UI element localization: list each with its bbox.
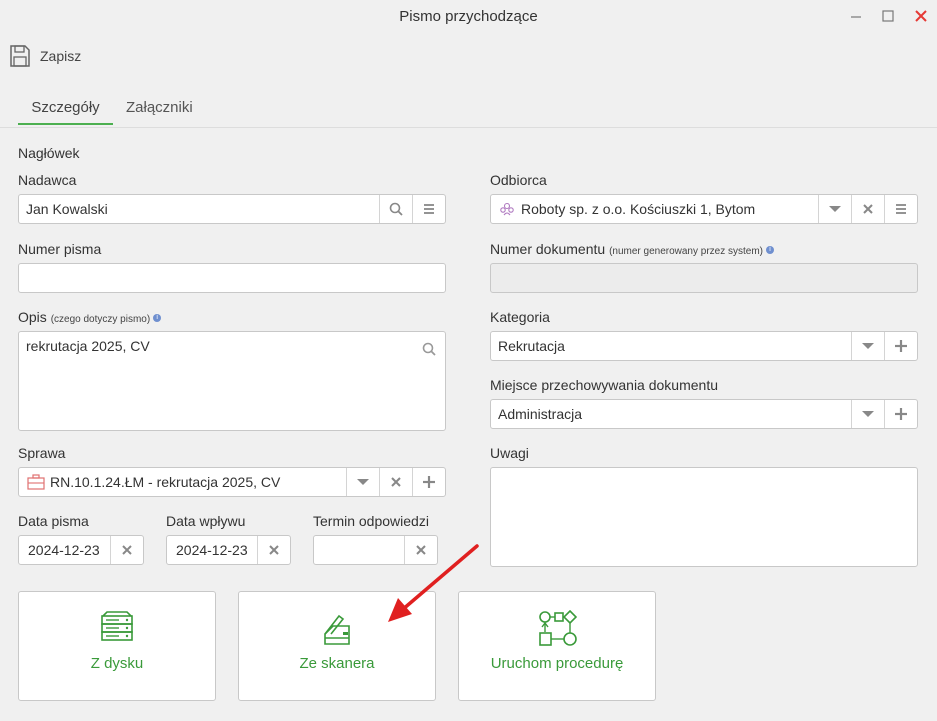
- tab-attachments[interactable]: Załączniki: [114, 92, 205, 123]
- minimize-icon: [851, 16, 861, 18]
- organization-icon: [491, 201, 515, 217]
- description-hint: (czego dotyczy pismo): [50, 314, 151, 325]
- from-disk-button[interactable]: Z dysku: [18, 591, 216, 701]
- recipient-dropdown-button[interactable]: [818, 195, 851, 223]
- clear-icon: [269, 545, 279, 555]
- notes-textarea[interactable]: [490, 467, 918, 567]
- storage-add-button[interactable]: [884, 400, 917, 428]
- clear-icon: [863, 204, 873, 214]
- document-number-input: [490, 263, 918, 293]
- briefcase-icon: [19, 474, 45, 490]
- annotation-arrow: [388, 544, 479, 622]
- case-value: RN.10.1.24.ŁM - rekrutacja 2025, CV: [50, 474, 281, 490]
- save-label: Zapisz: [40, 48, 82, 64]
- description-label-text: Opis: [18, 309, 47, 325]
- sender-search-button[interactable]: [379, 195, 412, 223]
- category-value: Rekrutacja: [498, 338, 565, 354]
- letter-date-clear-button[interactable]: [110, 536, 143, 564]
- maximize-icon: [882, 10, 894, 22]
- plus-icon: [895, 340, 907, 352]
- recipient-list-button[interactable]: [884, 195, 917, 223]
- chevron-down-icon: [862, 343, 874, 349]
- tab-details[interactable]: Szczegóły: [18, 92, 113, 125]
- toolbar: Zapisz: [0, 38, 937, 74]
- chevron-down-icon: [862, 411, 874, 417]
- chevron-down-icon: [357, 479, 369, 485]
- close-icon: [915, 10, 927, 22]
- case-label: Sprawa: [18, 445, 66, 461]
- storage-dropdown-button[interactable]: [851, 400, 884, 428]
- chevron-down-icon: [829, 206, 841, 212]
- case-add-button[interactable]: [412, 468, 445, 496]
- receipt-date-label: Data wpływu: [166, 513, 246, 529]
- maximize-button[interactable]: [878, 6, 898, 26]
- sender-value: Jan Kowalski: [26, 201, 108, 217]
- recipient-label: Odbiorca: [490, 172, 547, 188]
- clear-icon: [391, 477, 401, 487]
- section-title: Nagłówek: [18, 145, 80, 161]
- sender-field[interactable]: Jan Kowalski: [18, 194, 446, 224]
- response-deadline-label: Termin odpowiedzi: [313, 513, 429, 529]
- case-select[interactable]: RN.10.1.24.ŁM - rekrutacja 2025, CV: [18, 467, 446, 497]
- search-icon[interactable]: [422, 342, 436, 356]
- notes-label: Uwagi: [490, 445, 529, 461]
- letter-number-input[interactable]: [18, 263, 446, 293]
- letter-number-label: Numer pisma: [18, 241, 102, 257]
- sender-list-button[interactable]: [412, 195, 445, 223]
- search-icon: [389, 202, 403, 216]
- storage-location-label: Miejsce przechowywania dokumentu: [490, 377, 718, 393]
- save-button[interactable]: Zapisz: [9, 44, 81, 68]
- run-procedure-label: Uruchom procedurę: [490, 655, 624, 672]
- document-number-label-text: Numer dokumentu: [490, 241, 606, 257]
- from-scanner-label: Ze skanera: [299, 655, 375, 672]
- description-label: Opis (czego dotyczy pismo) i: [18, 309, 162, 325]
- clear-icon: [122, 545, 132, 555]
- document-number-label: Numer dokumentu (numer generowany przez …: [490, 241, 775, 257]
- list-icon: [424, 204, 434, 214]
- info-icon: i: [766, 246, 775, 255]
- category-select[interactable]: Rekrutacja: [490, 331, 918, 361]
- letter-date-input[interactable]: 2024-12-23: [18, 535, 144, 565]
- letter-date-label: Data pisma: [18, 513, 89, 529]
- plus-icon: [423, 476, 435, 488]
- from-disk-label: Z dysku: [90, 655, 144, 672]
- description-textarea[interactable]: rekrutacja 2025, CV: [18, 331, 446, 431]
- letter-date-value: 2024-12-23: [28, 542, 100, 558]
- storage-location-value: Administracja: [498, 406, 583, 422]
- receipt-date-value: 2024-12-23: [176, 542, 248, 558]
- minimize-button[interactable]: [846, 6, 866, 26]
- floppy-disk-icon: [10, 45, 30, 67]
- info-icon: i: [153, 314, 162, 323]
- server-icon: [19, 610, 215, 646]
- sender-label: Nadawca: [18, 172, 77, 188]
- recipient-value: Roboty sp. z o.o. Kościuszki 1, Bytom: [521, 201, 756, 217]
- title-bar: Pismo przychodzące: [0, 0, 937, 34]
- plus-icon: [895, 408, 907, 420]
- list-icon: [896, 204, 906, 214]
- storage-location-select[interactable]: Administracja: [490, 399, 918, 429]
- description-value: rekrutacja 2025, CV: [26, 338, 150, 354]
- category-dropdown-button[interactable]: [851, 332, 884, 360]
- receipt-date-input[interactable]: 2024-12-23: [166, 535, 291, 565]
- category-label: Kategoria: [490, 309, 550, 325]
- receipt-date-clear-button[interactable]: [257, 536, 290, 564]
- recipient-clear-button[interactable]: [851, 195, 884, 223]
- recipient-field[interactable]: Roboty sp. z o.o. Kościuszki 1, Bytom: [490, 194, 918, 224]
- case-dropdown-button[interactable]: [346, 468, 379, 496]
- case-clear-button[interactable]: [379, 468, 412, 496]
- category-add-button[interactable]: [884, 332, 917, 360]
- document-number-hint: (numer generowany przez system): [609, 246, 764, 257]
- window-title: Pismo przychodzące: [399, 8, 538, 25]
- close-button[interactable]: [911, 6, 931, 26]
